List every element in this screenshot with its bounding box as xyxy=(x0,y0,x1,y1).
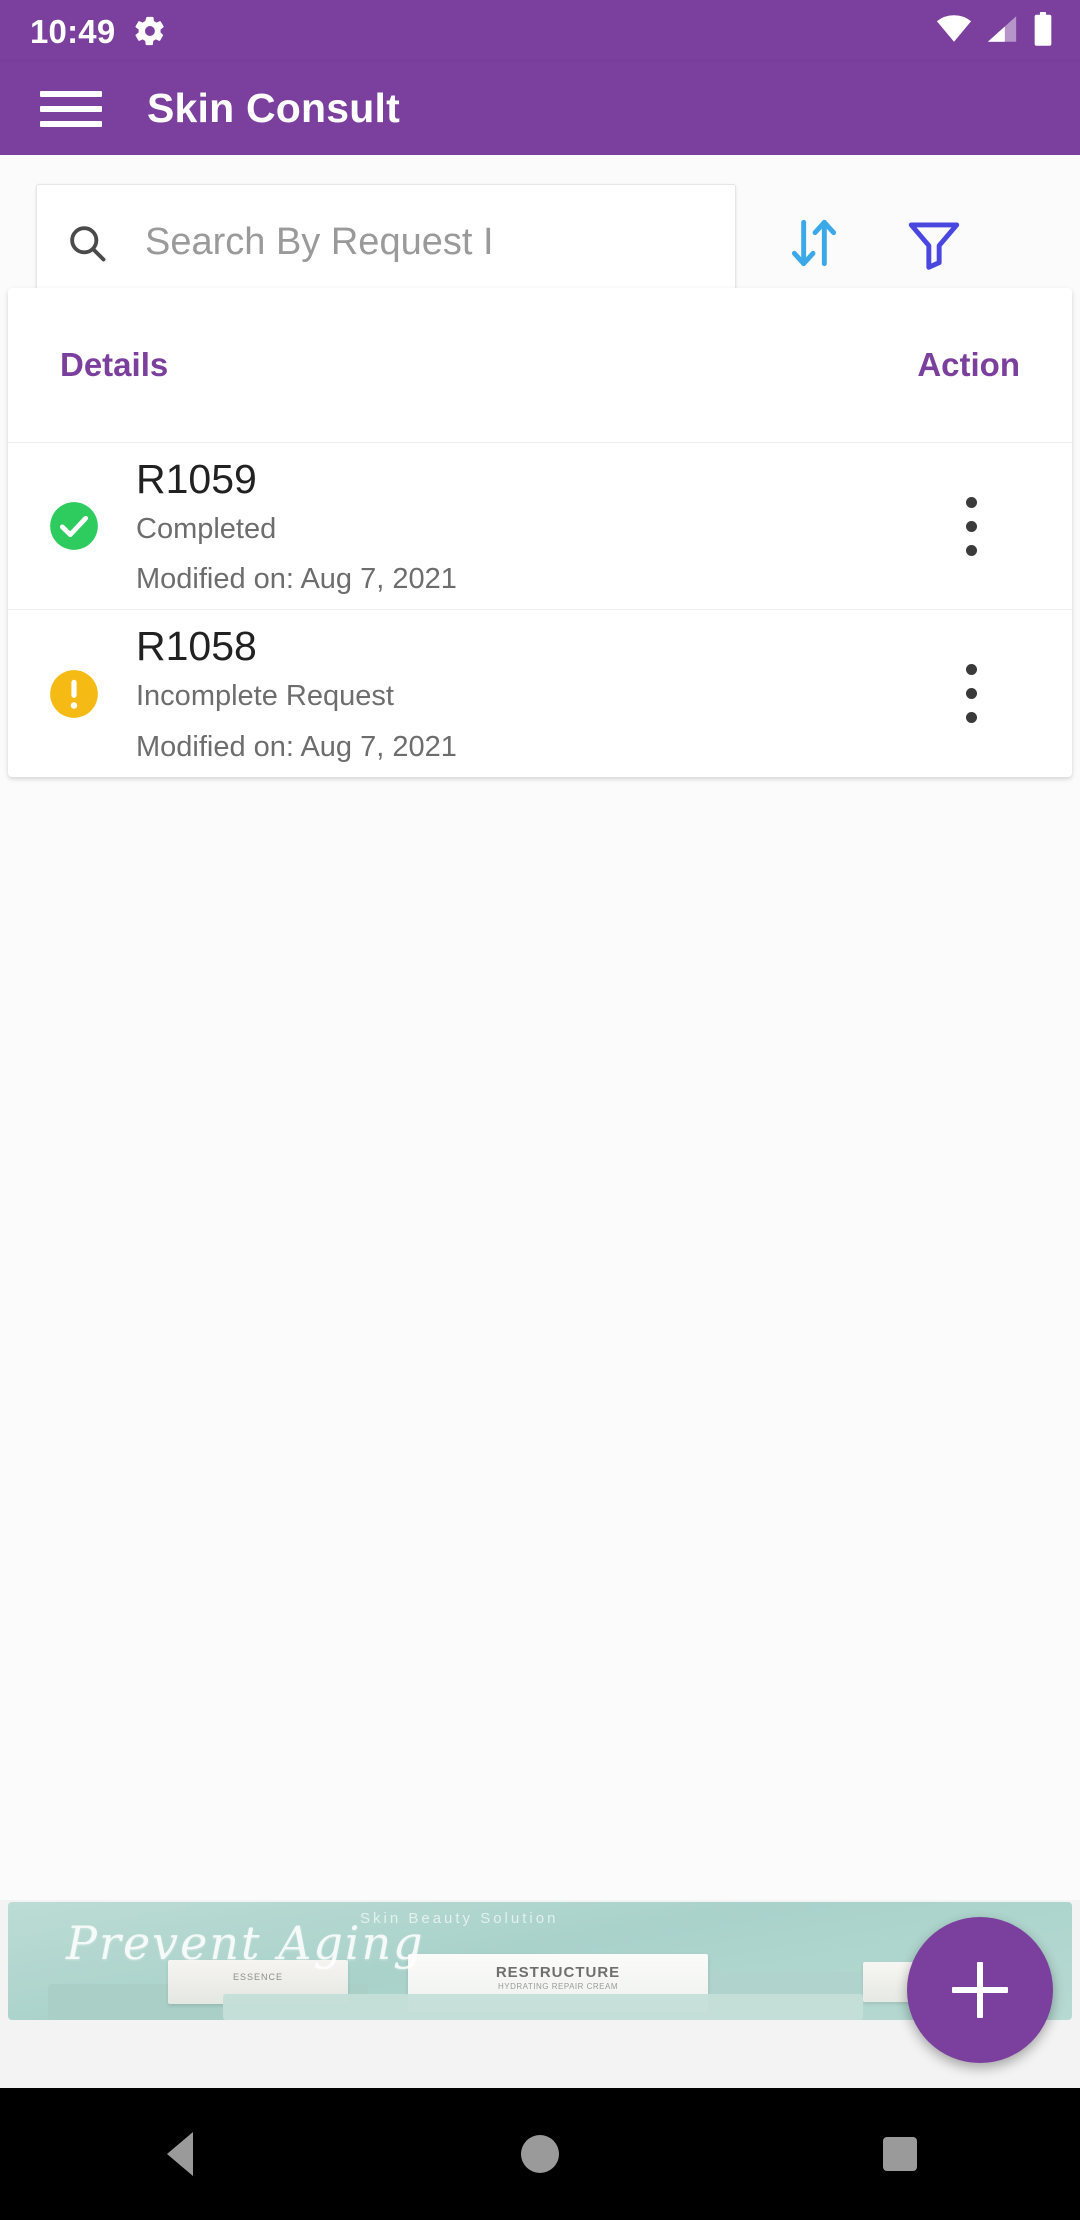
phone-screen: 10:49 Skin Consult Search By Request I D… xyxy=(0,0,1080,2220)
app-bar: Skin Consult xyxy=(0,62,1080,155)
status-bar-clock: 10:49 xyxy=(30,12,116,50)
back-triangle-icon xyxy=(167,2132,193,2176)
modified-date: Modified on: Aug 7, 2021 xyxy=(136,563,457,596)
search-input[interactable] xyxy=(145,184,707,301)
modified-date: Modified on: Aug 7, 2021 xyxy=(136,730,457,763)
table-row[interactable]: R1058 Incomplete Request Modified on: Au… xyxy=(8,610,1072,777)
battery-icon xyxy=(1032,11,1054,51)
sort-arrows-icon[interactable] xyxy=(774,203,854,283)
filter-funnel-icon[interactable] xyxy=(894,203,974,283)
home-circle-icon xyxy=(521,2135,559,2173)
status-badge: Incomplete Request xyxy=(136,680,394,713)
row-details: R1058 Incomplete Request Modified on: Au… xyxy=(136,623,936,763)
page-title: Skin Consult xyxy=(147,85,400,131)
table-row[interactable]: R1059 Completed Modified on: Aug 7, 2021 xyxy=(8,443,1072,610)
search-box[interactable] xyxy=(36,183,736,302)
banner-side-box-text: ESSENCE xyxy=(232,1972,283,1982)
requests-card: Details Action R1059 Completed Modified … xyxy=(8,288,1072,777)
plus-icon xyxy=(952,1962,1008,2018)
gear-icon xyxy=(133,14,167,48)
recents-square-icon xyxy=(883,2137,917,2171)
kebab-menu-icon[interactable] xyxy=(936,648,1006,740)
hamburger-menu-icon[interactable] xyxy=(40,85,102,133)
status-bar-icons xyxy=(936,11,1054,51)
nav-back-button[interactable] xyxy=(105,2088,255,2220)
banner-shape-2 xyxy=(223,1994,863,2020)
request-id: R1059 xyxy=(136,455,257,502)
row-details: R1059 Completed Modified on: Aug 7, 2021 xyxy=(136,455,936,596)
column-header-action: Action xyxy=(917,346,1020,383)
request-id: R1058 xyxy=(136,623,257,670)
nav-recents-button[interactable] xyxy=(825,2088,975,2220)
banner-product-subtitle: HYDRATING REPAIR CREAM xyxy=(497,1982,619,1991)
column-header-details: Details xyxy=(60,346,169,383)
add-request-fab[interactable] xyxy=(907,1917,1053,2063)
status-badge: Completed xyxy=(136,512,277,545)
warning-circle-icon xyxy=(48,668,100,720)
check-circle-icon xyxy=(48,500,100,552)
banner-headline: Prevent Aging xyxy=(66,1916,425,1970)
wifi-icon xyxy=(936,14,972,49)
cellular-signal-icon xyxy=(985,14,1019,49)
kebab-menu-icon[interactable] xyxy=(936,480,1006,572)
nav-home-button[interactable] xyxy=(465,2088,615,2220)
status-bar: 10:49 xyxy=(0,0,1080,62)
android-navigation-bar xyxy=(0,2088,1080,2220)
search-icon xyxy=(65,221,109,265)
content-area: Details Action R1059 Completed Modified … xyxy=(0,155,1080,1900)
banner-product-title: RESTRUCTURE xyxy=(495,1964,621,1981)
table-header: Details Action xyxy=(8,288,1072,443)
